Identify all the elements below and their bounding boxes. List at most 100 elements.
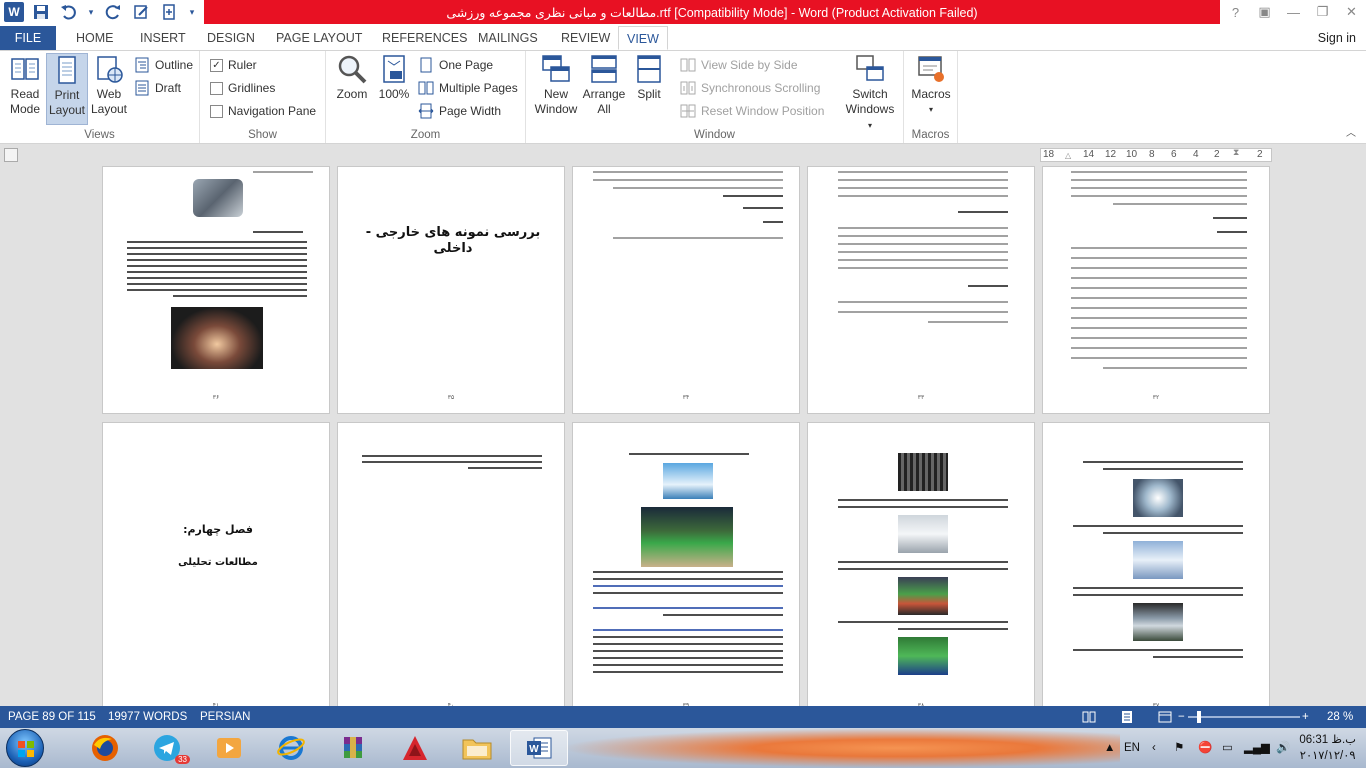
ribbon-display-options-icon[interactable]: ▣	[1250, 0, 1279, 24]
zoom-in-icon[interactable]: +	[1302, 706, 1309, 728]
page-37[interactable]: ۳۷	[1042, 422, 1270, 706]
reset-window-position-button[interactable]: Reset Window Position	[680, 101, 824, 121]
horizontal-ruler[interactable]: 18 14 12 10 8 6 4 2 2 △ ⧗	[1040, 147, 1272, 162]
read-mode-label-1: Read	[10, 87, 40, 101]
file-explorer-taskbar-item[interactable]	[448, 730, 506, 766]
sign-in-link[interactable]: Sign in	[1318, 26, 1356, 50]
navigation-pane-checkbox[interactable]: Navigation Pane	[210, 101, 316, 121]
page-32[interactable]: ۳۲	[1042, 166, 1270, 414]
input-language[interactable]: EN	[1124, 728, 1140, 768]
tray-flag-icon[interactable]: ▲	[1104, 728, 1115, 768]
new-document-icon[interactable]	[158, 2, 180, 22]
system-clock[interactable]: 06:31 ب.ظ ۲۰۱۷/۱۲/۰۹	[1299, 732, 1356, 764]
winrar-taskbar-item[interactable]	[324, 730, 382, 766]
text-line	[838, 301, 1008, 303]
gridlines-checkbox[interactable]: Gridlines	[210, 78, 275, 98]
synchronous-scrolling-button[interactable]: Synchronous Scrolling	[680, 78, 820, 98]
show-hidden-icons-icon[interactable]: ‹	[1152, 728, 1156, 768]
page-38[interactable]: ۳۸	[807, 422, 1035, 706]
customize-qat-icon[interactable]: ▾	[186, 2, 198, 22]
tab-file[interactable]: FILE	[0, 26, 56, 50]
tab-review[interactable]: REVIEW	[561, 26, 610, 50]
switch-windows-button[interactable]: Switch Windows ▾	[844, 53, 896, 130]
zoom-label: Zoom	[336, 87, 368, 101]
arrange-all-button[interactable]: Arrange All	[580, 53, 628, 125]
word-taskbar-item[interactable]: W	[510, 730, 568, 766]
firefox-taskbar-item[interactable]	[76, 730, 134, 766]
quick-access-toolbar: W ▾ ▾	[4, 2, 198, 22]
tab-design[interactable]: DESIGN	[207, 26, 255, 50]
zoom-100-button[interactable]: 100%	[374, 53, 414, 125]
ruler-bar: 18 14 12 10 8 6 4 2 2 △ ⧗	[0, 144, 1366, 166]
page-40[interactable]: ۴۰	[337, 422, 565, 706]
new-window-button[interactable]: New Window	[532, 53, 580, 125]
language-status[interactable]: PERSIAN	[200, 706, 251, 728]
save-icon[interactable]	[30, 2, 52, 22]
page-width-button[interactable]: Page Width	[418, 101, 501, 121]
stadium-track-image	[898, 577, 948, 615]
undo-icon[interactable]	[58, 2, 80, 22]
autocad-taskbar-item[interactable]	[386, 730, 444, 766]
zoom-out-icon[interactable]: −	[1178, 706, 1185, 728]
one-page-label: One Page	[439, 58, 494, 72]
edit-document-icon[interactable]	[130, 2, 152, 22]
web-layout-button[interactable]: Web Layout	[88, 53, 130, 125]
outline-button[interactable]: Outline	[134, 55, 193, 75]
minimize-button[interactable]: —	[1279, 0, 1308, 24]
page-33[interactable]: ۳۳	[807, 166, 1035, 414]
restore-button[interactable]: ❐	[1308, 0, 1337, 24]
tab-home[interactable]: HOME	[76, 26, 114, 50]
print-layout-button[interactable]: Print Layout	[46, 53, 88, 125]
stadium-night-image	[171, 307, 263, 369]
tab-references[interactable]: REFERENCES	[382, 26, 467, 50]
network-error-icon[interactable]: ⛔	[1198, 728, 1212, 768]
tab-insert[interactable]: INSERT	[140, 26, 186, 50]
tab-page-layout[interactable]: PAGE LAYOUT	[276, 26, 362, 50]
zoom-slider-thumb[interactable]	[1197, 711, 1202, 723]
battery-icon[interactable]: ▭	[1222, 728, 1233, 768]
tab-mailings[interactable]: MAILINGS	[478, 26, 538, 50]
right-indent-marker-icon[interactable]: ⧗	[1233, 147, 1239, 158]
macros-button[interactable]: Macros ▾	[908, 53, 954, 125]
page-39[interactable]: ۳۹	[572, 422, 800, 706]
magnifier-icon	[336, 53, 368, 85]
internet-explorer-taskbar-item[interactable]	[262, 730, 320, 766]
page-35[interactable]: بررسی نمونه های خارجی - داخلی ۳۵	[337, 166, 565, 414]
page-36[interactable]: ۳۶	[102, 166, 330, 414]
macros-group: Macros ▾ Macros	[904, 51, 958, 143]
view-side-by-side-label: View Side by Side	[701, 58, 798, 72]
collapse-ribbon-icon[interactable]: ︿	[1346, 124, 1356, 139]
telegram-taskbar-item[interactable]: 33	[138, 730, 196, 766]
left-indent-marker-icon[interactable]: △	[1065, 151, 1071, 160]
tab-view[interactable]: VIEW	[618, 26, 668, 50]
action-center-icon[interactable]: ⚑	[1174, 728, 1184, 768]
text-line	[898, 628, 1008, 630]
media-player-taskbar-item[interactable]	[200, 730, 258, 766]
zoom-slider-track[interactable]	[1188, 716, 1300, 718]
volume-icon[interactable]: 🔊	[1276, 728, 1290, 768]
page-count-status[interactable]: PAGE 89 OF 115	[8, 706, 96, 728]
word-count-status[interactable]: 19977 WORDS	[108, 706, 187, 728]
one-page-button[interactable]: One Page	[418, 55, 493, 75]
undo-dropdown-icon[interactable]: ▾	[86, 2, 96, 22]
word-logo-icon[interactable]: W	[4, 2, 24, 22]
draft-button[interactable]: Draft	[134, 78, 181, 98]
document-area[interactable]: ۳۶ بررسی نمونه های خارجی - داخلی ۳۵ ۳۴ ۳…	[0, 166, 1366, 706]
signal-icon[interactable]: ▂▄▆	[1244, 728, 1270, 768]
zoom-level[interactable]: 28 %	[1327, 706, 1353, 728]
page-34[interactable]: ۳۴	[572, 166, 800, 414]
close-button[interactable]: ✕	[1337, 0, 1366, 24]
view-side-by-side-button[interactable]: View Side by Side	[680, 55, 798, 75]
start-button[interactable]	[6, 729, 44, 767]
multiple-pages-button[interactable]: Multiple Pages	[418, 78, 518, 98]
text-line	[593, 650, 783, 652]
clock-date: ۲۰۱۷/۱۲/۰۹	[1299, 750, 1356, 762]
page-41[interactable]: فصل چهارم: مطالعات تحلیلی ۴۱	[102, 422, 330, 706]
help-icon[interactable]: ?	[1221, 0, 1250, 24]
split-button[interactable]: Split	[628, 53, 670, 125]
ruler-checkbox[interactable]: ✓ Ruler	[210, 55, 257, 75]
zoom-button[interactable]: Zoom	[332, 53, 372, 125]
read-mode-button[interactable]: Read Mode	[4, 53, 46, 125]
redo-icon[interactable]	[102, 2, 124, 22]
ruler-tab-selector[interactable]	[4, 148, 18, 162]
